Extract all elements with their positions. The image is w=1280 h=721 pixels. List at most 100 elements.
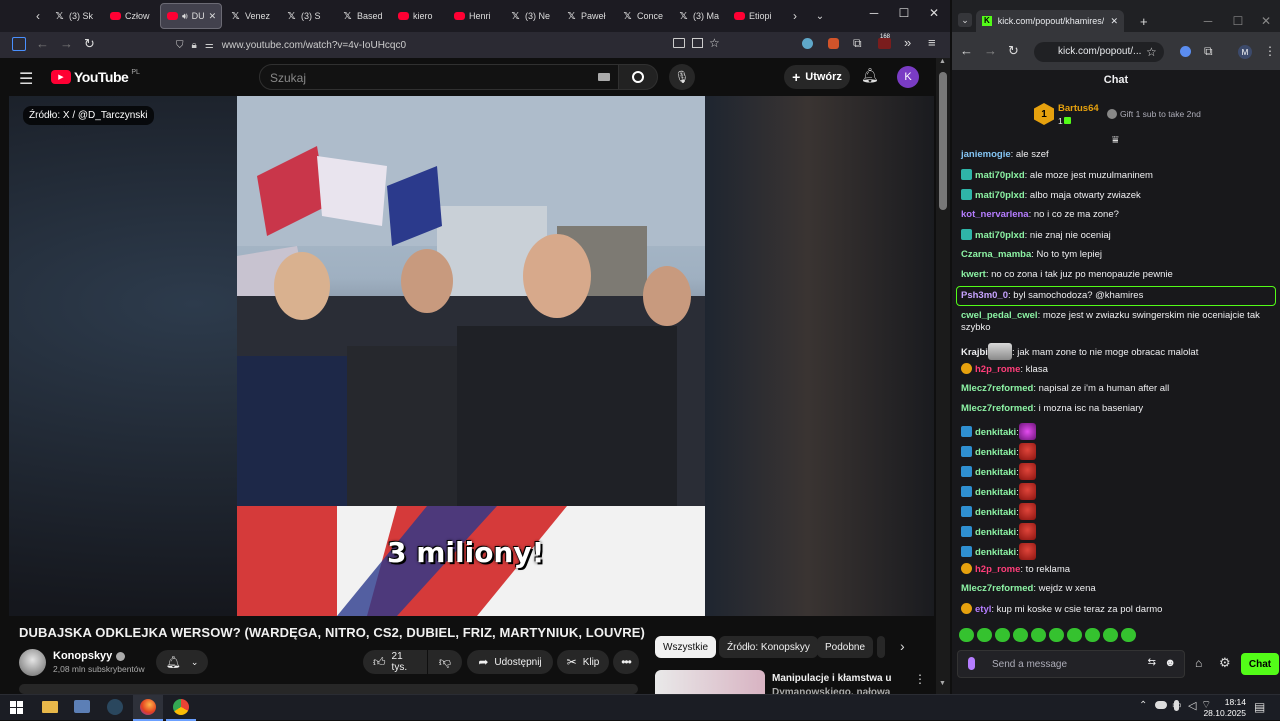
- new-tab-icon[interactable]: +: [1140, 14, 1148, 29]
- scrollbar-thumb[interactable]: [939, 72, 947, 210]
- emote-icon[interactable]: [1067, 628, 1082, 642]
- chat-username[interactable]: Krajbi: [961, 347, 988, 358]
- search-input[interactable]: Szukaj: [259, 64, 619, 90]
- sidebar-icon[interactable]: [12, 37, 26, 51]
- notifications-bell-icon[interactable]: 🔔︎: [861, 67, 879, 84]
- reload-icon[interactable]: ↻: [84, 36, 95, 52]
- url-text[interactable]: www.youtube.com/watch?v=4v-IoUHcqc0: [222, 40, 406, 51]
- notifications-icon[interactable]: ▤: [1254, 700, 1265, 714]
- search-button[interactable]: [618, 64, 658, 90]
- chat-username[interactable]: mati70plxd: [975, 170, 1025, 181]
- voice-search-button[interactable]: 🎙︎: [669, 64, 695, 90]
- chat-close-button[interactable]: ✕: [1256, 14, 1276, 28]
- send-chat-button[interactable]: Chat: [1241, 653, 1279, 675]
- extensions-icon[interactable]: ⧉: [853, 36, 862, 51]
- browser-tab[interactable]: kiero: [392, 3, 446, 29]
- browser-tab[interactable]: Etiopi: [728, 3, 782, 29]
- browser-tab[interactable]: 𝕏 (3) Ne: [504, 3, 558, 29]
- chat-username[interactable]: denkitaki: [975, 447, 1016, 458]
- chat-username[interactable]: janiemogie: [961, 149, 1011, 160]
- chat-username[interactable]: denkitaki: [975, 427, 1016, 438]
- next-video-menu-icon[interactable]: ⋮: [914, 672, 926, 686]
- channel-name[interactable]: Konopskyy: [53, 650, 126, 662]
- microphone-icon[interactable]: [968, 657, 975, 670]
- chat-username[interactable]: etyl: [975, 604, 991, 615]
- share-button[interactable]: ➦ Udostępnij: [467, 650, 553, 674]
- clip-button[interactable]: ✂ Klip: [557, 650, 609, 674]
- create-button[interactable]: + Utwórz: [784, 65, 850, 89]
- chip-all[interactable]: Wszystkie: [655, 636, 716, 658]
- chat-browser-tab[interactable]: K kick.com/popout/khamires/cha ✕: [976, 10, 1124, 32]
- microphone-tray-icon[interactable]: [1174, 700, 1179, 711]
- chat-username[interactable]: Mlecz7reformed: [961, 583, 1033, 594]
- browser-tab[interactable]: 𝕏 Venez: [224, 3, 278, 29]
- bookmark-star-icon[interactable]: ☆: [709, 36, 720, 50]
- keyboard-icon[interactable]: [598, 73, 610, 81]
- chat-bookmark-icon[interactable]: ☆: [1146, 45, 1157, 59]
- lock-icon[interactable]: 🔒︎: [192, 40, 197, 51]
- chat-url-text[interactable]: kick.com/popout/...: [1058, 46, 1141, 57]
- back-icon[interactable]: ←: [36, 36, 49, 51]
- chip-related[interactable]: Podobne: [817, 636, 874, 658]
- browser-tab[interactable]: 𝕏 Based: [336, 3, 390, 29]
- tab-search-icon[interactable]: ⌄: [958, 13, 972, 27]
- pinned-user[interactable]: Bartus64: [1058, 103, 1099, 114]
- reader-icon[interactable]: [692, 38, 703, 48]
- volume-icon[interactable]: ◁: [1188, 699, 1196, 712]
- chip-source[interactable]: Źródło: Konopskyy: [719, 636, 818, 658]
- emoji-icon[interactable]: ☻: [1164, 657, 1176, 669]
- close-tab-icon[interactable]: ✕: [209, 11, 217, 22]
- steam-icon[interactable]: [107, 699, 123, 715]
- chat-username[interactable]: denkitaki: [975, 487, 1016, 498]
- chip-overflow[interactable]: [877, 636, 885, 658]
- url-bar[interactable]: ⛉ 🔒︎ ⚌ www.youtube.com/watch?v=4v-IoUHcq…: [168, 35, 734, 55]
- file-explorer-icon[interactable]: [42, 701, 58, 713]
- chat-menu-icon[interactable]: ⋮: [1264, 44, 1276, 58]
- tray-chevron-icon[interactable]: ⌃: [1139, 700, 1147, 711]
- translate-icon[interactable]: ⇆: [1148, 657, 1156, 668]
- pip-icon[interactable]: [673, 38, 685, 48]
- emote-icon[interactable]: [995, 628, 1010, 642]
- emote-icon[interactable]: [959, 628, 974, 642]
- shield-icon[interactable]: ⛉: [176, 40, 184, 51]
- browser-tab[interactable]: 𝕏 (3) Sk: [48, 3, 102, 29]
- emote-icon[interactable]: [1085, 628, 1100, 642]
- chat-username[interactable]: mati70plxd: [975, 190, 1025, 201]
- chat-maximize-button[interactable]: ☐: [1228, 14, 1248, 28]
- chat-settings-icon[interactable]: ⚙: [1219, 655, 1231, 671]
- channel-avatar[interactable]: [19, 649, 46, 676]
- chat-username[interactable]: kot_nervarlena: [961, 209, 1029, 220]
- start-icon[interactable]: [10, 701, 23, 714]
- chat-username[interactable]: Czarna_mamba: [961, 249, 1031, 260]
- forward-icon[interactable]: →: [60, 36, 73, 51]
- overflow-chevrons-icon[interactable]: »: [904, 35, 911, 50]
- dislike-button[interactable]: 👎︎: [428, 650, 462, 674]
- chat-message-input[interactable]: Send a message ⇆ ☻: [957, 650, 1185, 678]
- chat-username[interactable]: Mlecz7reformed: [961, 383, 1033, 394]
- chat-username[interactable]: denkitaki: [975, 527, 1016, 538]
- chat-store-icon[interactable]: ⌂: [1195, 656, 1202, 670]
- channel-name-text[interactable]: Konopskyy: [53, 650, 112, 662]
- pc-icon[interactable]: [74, 700, 90, 713]
- chat-username[interactable]: denkitaki: [975, 547, 1016, 558]
- video-frame[interactable]: 3 miliony!: [237, 96, 705, 616]
- account-avatar[interactable]: K: [897, 66, 919, 88]
- browser-tab[interactable]: 𝕏 (3) S: [280, 3, 334, 29]
- firefox-taskbar-icon[interactable]: [133, 695, 163, 721]
- browser-tab[interactable]: 𝕏 Conce: [616, 3, 670, 29]
- chevron-down-icon[interactable]: ⌄: [810, 11, 830, 22]
- emote-icon[interactable]: [1049, 628, 1064, 642]
- chat-username[interactable]: denkitaki: [975, 507, 1016, 518]
- browser-tab[interactable]: 𝕏 Paweł: [560, 3, 614, 29]
- extension-fox-icon[interactable]: [828, 38, 839, 49]
- chat-username[interactable]: Mlecz7reformed: [961, 403, 1033, 414]
- chat-username[interactable]: mati70plxd: [975, 230, 1025, 241]
- next-video-thumbnail[interactable]: [655, 670, 765, 694]
- emote-icon[interactable]: [1121, 628, 1136, 642]
- chat-username[interactable]: Psh3m0_0: [961, 290, 1008, 301]
- chat-back-icon[interactable]: ←: [960, 43, 973, 58]
- app-menu-icon[interactable]: ≡: [928, 35, 936, 50]
- chat-forward-icon[interactable]: →: [984, 43, 997, 58]
- extension-globe-icon[interactable]: [802, 38, 813, 49]
- chrome-taskbar-icon[interactable]: [166, 695, 196, 721]
